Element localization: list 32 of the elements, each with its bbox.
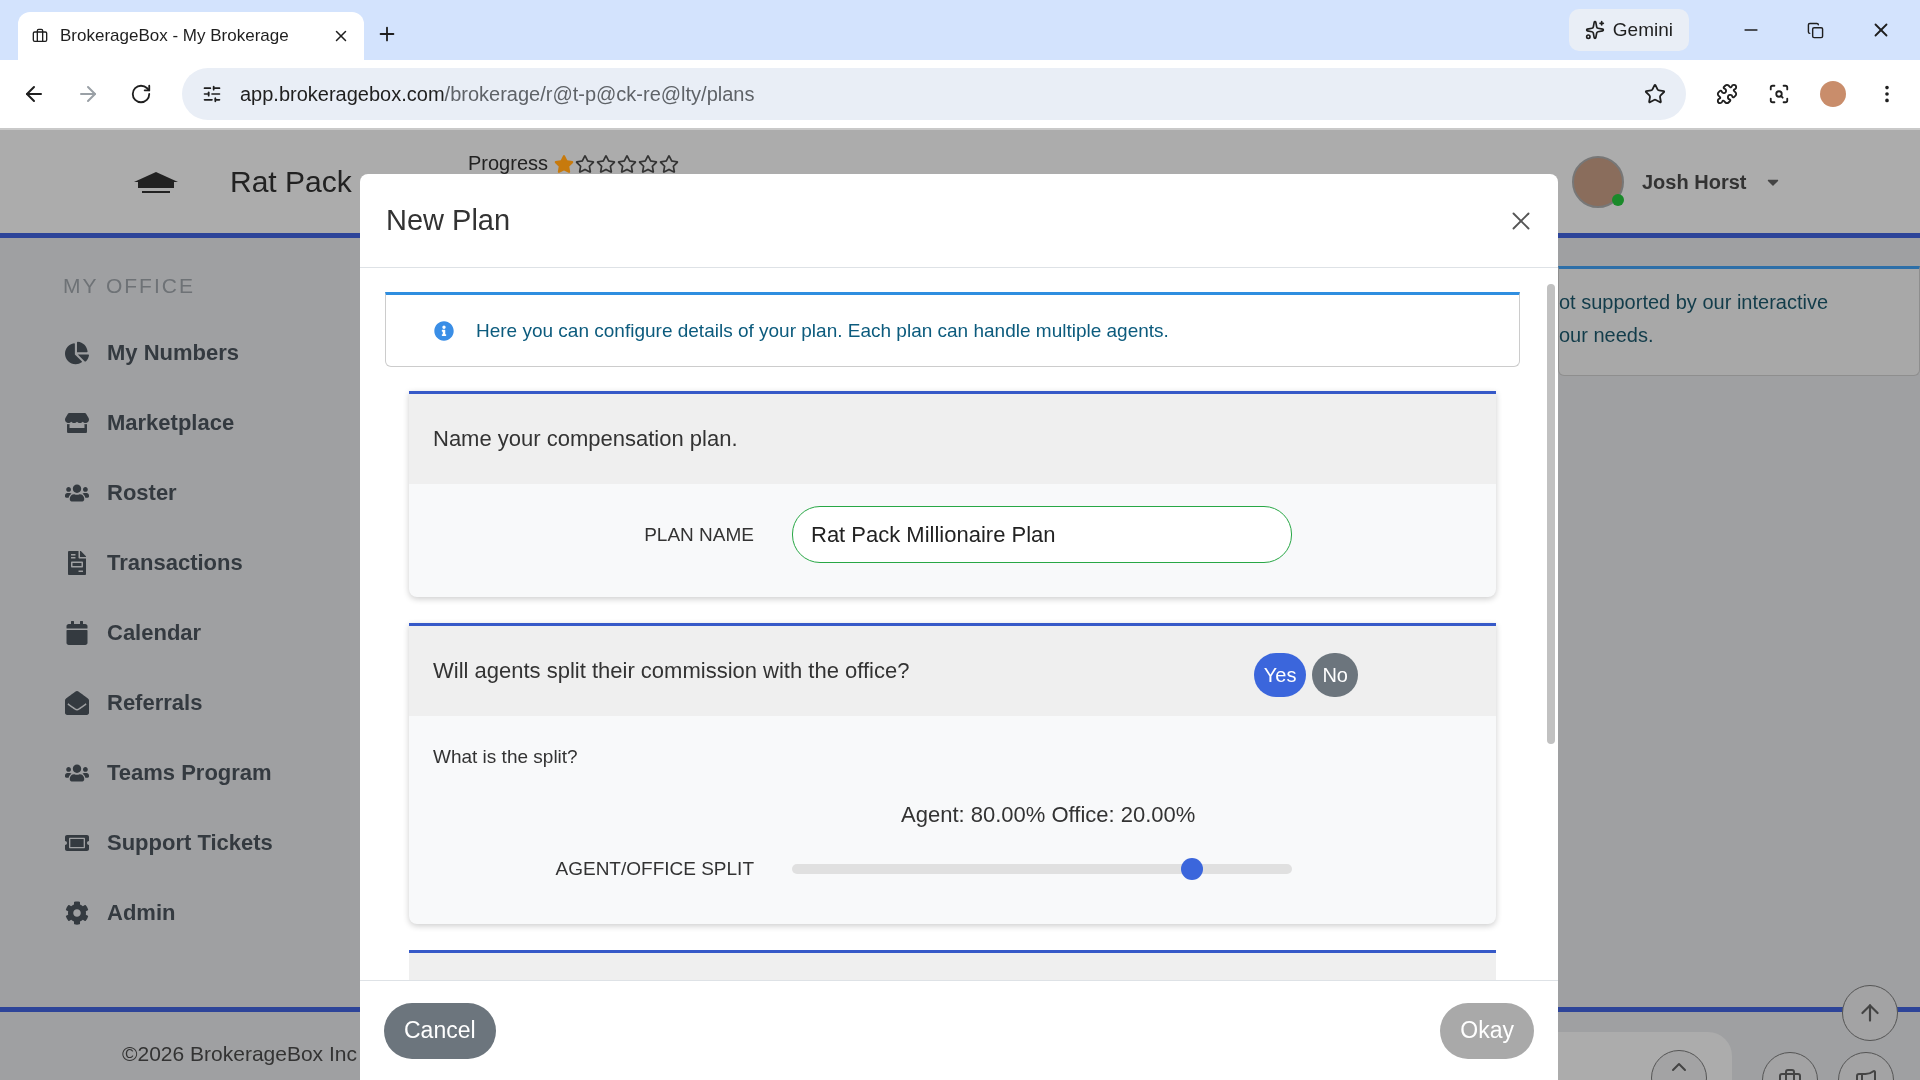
brand-name: Rat Pack	[230, 164, 352, 199]
copyright-text: ©2026 BrokerageBox Inc	[122, 1042, 357, 1066]
sidebar-item[interactable]: Support Tickets	[63, 808, 360, 878]
notice-text: ot supported by our interactive	[1559, 291, 1830, 314]
section-question: Will agents split their commission with the office?	[433, 658, 910, 684]
progress-label: Progress	[468, 152, 549, 175]
address-bar[interactable]: app.brokeragebox.com/brokerage/r@t-p@ck-re@lty/plans	[182, 68, 1686, 120]
sidebar-item[interactable]: Referrals	[63, 668, 360, 738]
sidebar-item[interactable]: Roster	[63, 458, 360, 528]
field-label: PLAN NAME	[644, 523, 754, 546]
toggle-option[interactable]: Yes	[1253, 653, 1307, 697]
tab-title: BrokerageBox - My Brokerage	[60, 26, 290, 46]
user-name[interactable]: Josh Horst	[1642, 170, 1747, 194]
url-text: app.brokeragebox.com/brokerage/r@t-p@ck-re@lty/plans	[240, 82, 756, 106]
sidebar-item[interactable]: Marketplace	[63, 388, 360, 458]
modal-title: New Plan	[386, 204, 511, 237]
toggle-option[interactable]: No	[1312, 653, 1358, 697]
info-text: Here you can configure details of your plan. Each plan can handle multiple agents.	[476, 319, 1169, 342]
notice-text: our needs.	[1559, 324, 1655, 347]
gemini-button[interactable]: Gemini	[1568, 9, 1689, 51]
slider-label: AGENT/OFFICE SPLIT	[555, 858, 754, 880]
sidebar-item[interactable]: Transactions	[63, 528, 360, 598]
sidebar-item[interactable]: Calendar	[63, 598, 360, 668]
browser-tab[interactable]: BrokerageBox - My Brokerage	[18, 12, 364, 60]
dialog-button[interactable]: Cancel	[384, 1002, 496, 1059]
sub-question: What is the split?	[433, 746, 579, 768]
sidebar-item[interactable]: My Numbers	[63, 318, 360, 388]
sidebar-item[interactable]: Admin	[63, 878, 360, 948]
section-question: Name your compensation plan.	[433, 426, 738, 452]
split-reading: Agent: 80.00% Office: 20.00%	[901, 802, 1197, 828]
sidebar-item[interactable]: Teams Program	[63, 738, 360, 808]
plan-name-field[interactable]: Rat Pack Millionaire Plan	[792, 506, 1292, 563]
